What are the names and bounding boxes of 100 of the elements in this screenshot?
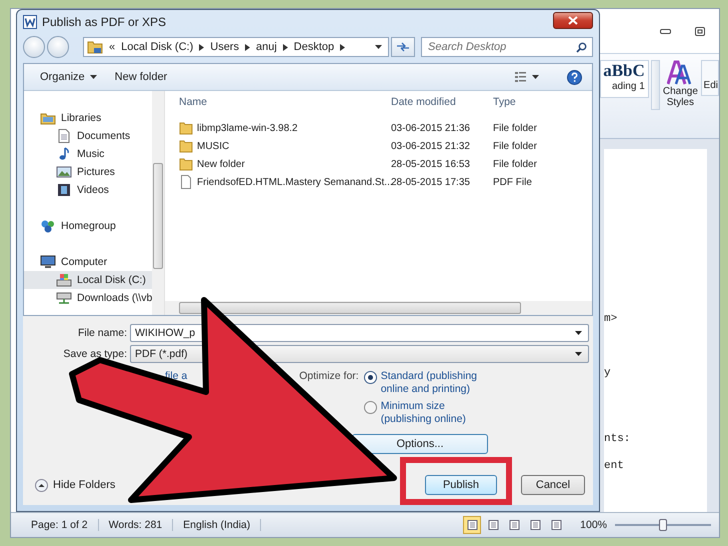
file-icon xyxy=(179,175,193,189)
radio-label[interactable]: Minimum size (publishing online) xyxy=(380,400,493,426)
address-bar[interactable]: « Local Disk (C:) Users anuj Desktop xyxy=(83,37,389,57)
breadcrumb-item[interactable]: Users xyxy=(210,41,239,53)
style-name[interactable]: ading 1 xyxy=(612,81,645,92)
gallery-scrollbar[interactable] xyxy=(650,60,660,110)
scrollbar[interactable] xyxy=(165,301,592,315)
breadcrumb-item[interactable]: Desktop xyxy=(294,41,334,53)
type-cell-text: File folder xyxy=(493,158,538,170)
network-drive-icon xyxy=(56,291,72,305)
change-styles-button[interactable]: Change Styles xyxy=(662,60,699,108)
collapse-icon xyxy=(35,478,48,492)
nav-item[interactable]: Documents xyxy=(24,127,152,145)
style-preview[interactable]: aBbC xyxy=(603,61,645,81)
language-indicator[interactable]: English (India) xyxy=(173,519,262,531)
word-icon xyxy=(23,15,37,29)
list-view-icon xyxy=(515,72,539,82)
folder-icon xyxy=(179,157,193,171)
type-cell-text: File folder xyxy=(493,140,538,152)
nav-item[interactable]: Computer xyxy=(24,253,152,271)
style-gallery[interactable]: aBbC ading 1 xyxy=(600,60,649,98)
search-field[interactable]: Search Desktop xyxy=(421,37,593,57)
nav-item[interactable]: Homegroup xyxy=(24,217,152,235)
publish-button[interactable]: Publish xyxy=(425,475,497,495)
date-cell-text: 28-05-2015 16:53 xyxy=(391,158,471,170)
file-name-cell[interactable]: FriendsofED.HTML.Mastery Semanand.St... xyxy=(165,175,391,189)
organize-button[interactable]: Organize xyxy=(34,68,103,86)
hide-folders-button[interactable]: Hide Folders xyxy=(35,478,116,492)
restore-icon[interactable] xyxy=(695,26,705,36)
page-view-icon xyxy=(488,520,499,530)
file-name-label: File name: xyxy=(76,326,127,338)
folder-icon xyxy=(179,139,193,153)
page-view-icon xyxy=(466,520,478,530)
file-name-cell[interactable]: New folder xyxy=(165,157,391,171)
view-button[interactable] xyxy=(463,516,482,534)
refresh-button[interactable] xyxy=(391,37,415,57)
save-as-type-label: Save as type: xyxy=(62,348,127,360)
radio-button[interactable] xyxy=(364,371,377,384)
zoom-level[interactable]: 100% xyxy=(580,519,607,531)
document-icon xyxy=(56,129,72,143)
options-button[interactable]: Options... xyxy=(352,434,488,454)
close-icon xyxy=(568,16,578,24)
chevron-icon xyxy=(244,44,250,50)
page-view-icon xyxy=(550,520,562,530)
date-cell-text: 28-05-2015 17:35 xyxy=(391,176,471,188)
refresh-icon xyxy=(396,42,410,52)
film-icon xyxy=(56,183,72,197)
window-title: Publish as PDF or XPS xyxy=(42,15,166,29)
page-view-icon xyxy=(530,520,541,530)
scroll-thumb[interactable] xyxy=(153,163,163,269)
radio-button[interactable] xyxy=(364,401,377,414)
nav-item[interactable]: Local Disk (C:) xyxy=(24,271,152,289)
radio-label[interactable]: Standard (publishing online and printing) xyxy=(380,370,493,396)
view-options-button[interactable] xyxy=(515,72,539,82)
nav-item[interactable]: Music xyxy=(24,145,152,163)
chevron-icon xyxy=(199,44,204,50)
breadcrumb-item[interactable]: Local Disk (C:) xyxy=(121,41,194,53)
scrollbar[interactable] xyxy=(152,91,164,315)
file-name-cell[interactable]: libmp3lame-win-3.98.2 xyxy=(165,121,391,135)
column-header[interactable]: Date modified xyxy=(391,96,493,108)
nav-item[interactable]: Pictures xyxy=(24,163,152,181)
scroll-thumb[interactable] xyxy=(179,302,521,314)
date-cell-text: 03-06-2015 21:32 xyxy=(391,140,471,152)
caret-icon xyxy=(575,352,582,356)
help-icon[interactable] xyxy=(567,70,582,84)
page-count[interactable]: Page: 1 of 2 xyxy=(21,519,99,531)
column-header[interactable]: Name xyxy=(165,96,391,108)
minimize-icon[interactable] xyxy=(660,28,671,34)
nav-item[interactable]: Libraries xyxy=(24,109,152,127)
type-cell-text: PDF File xyxy=(493,176,533,188)
folder-icon xyxy=(87,40,103,54)
picture-icon xyxy=(56,165,72,179)
caret-icon xyxy=(90,75,97,79)
back-button[interactable] xyxy=(23,36,45,58)
optimize-label: Optimize for: xyxy=(299,370,359,382)
column-header[interactable]: Type xyxy=(493,96,573,108)
drive-icon xyxy=(56,273,72,287)
file-name-cell[interactable]: MUSIC xyxy=(165,139,391,153)
caret-icon xyxy=(575,330,582,334)
forward-button[interactable] xyxy=(47,36,69,58)
search-icon xyxy=(576,42,587,53)
nav-item[interactable]: Downloads (\\vb xyxy=(24,289,152,307)
chevron-icon xyxy=(282,44,288,50)
type-cell-text: File folder xyxy=(493,122,538,134)
close-button[interactable] xyxy=(553,12,593,28)
document-text: nts: xyxy=(604,433,632,446)
editing-button[interactable]: Edi xyxy=(700,60,719,96)
nav-item[interactable]: Videos xyxy=(24,181,152,199)
date-cell-text: 03-06-2015 21:36 xyxy=(391,122,471,134)
cancel-button[interactable]: Cancel xyxy=(521,475,585,495)
document-text: m> xyxy=(604,313,618,326)
breadcrumb-item[interactable]: anuj xyxy=(256,41,277,53)
slider-thumb[interactable] xyxy=(659,519,667,531)
document-text: y xyxy=(604,367,612,380)
network-icon xyxy=(40,219,56,233)
document-text: ent xyxy=(604,460,625,473)
file-name-field[interactable]: WIKIHOW_p xyxy=(130,324,589,342)
breadcrumb-overflow[interactable]: « xyxy=(109,41,116,53)
new-folder-button[interactable]: New folder xyxy=(108,68,174,86)
word-count[interactable]: Words: 281 xyxy=(98,519,174,531)
